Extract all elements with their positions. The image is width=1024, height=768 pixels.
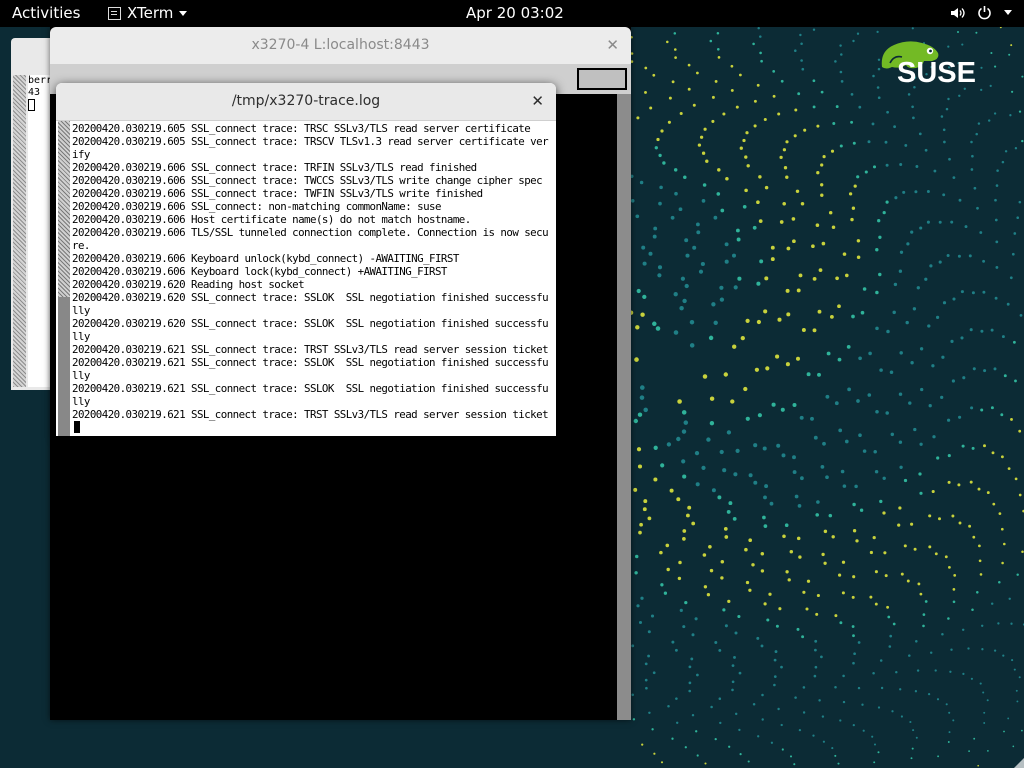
log-line: 20200420.030219.605 SSL_connect trace: T… — [72, 135, 549, 148]
chevron-down-icon — [1004, 10, 1012, 15]
clock[interactable]: Apr 20 03:02 — [466, 4, 564, 22]
trace-log-content: 20200420.030219.605 SSL_connect trace: T… — [72, 122, 556, 436]
keypad-button[interactable] — [577, 68, 627, 90]
terminal-icon — [108, 6, 121, 20]
log-line: 20200420.030219.621 SSL_connect trace: S… — [72, 356, 549, 369]
background-xterm-window[interactable]: berr 43 — [11, 38, 55, 390]
app-menu[interactable]: XTerm — [108, 4, 188, 22]
log-line: lly — [72, 369, 90, 382]
log-line: 20200420.030219.620 SSL_connect trace: S… — [72, 317, 549, 330]
log-line: lly — [72, 330, 90, 343]
log-line: 20200420.030219.621 SSL_connect trace: T… — [72, 408, 549, 421]
log-line: 20200420.030219.606 Keyboard lock(kybd_c… — [72, 265, 447, 278]
log-line: lly — [72, 304, 90, 317]
system-tray[interactable] — [950, 5, 1012, 20]
log-cursor-line — [72, 421, 556, 434]
activities-button[interactable]: Activities — [12, 4, 80, 22]
close-icon[interactable]: ✕ — [531, 92, 544, 110]
window-title: x3270-4 L:localhost:8443 — [251, 37, 430, 53]
log-line: re. — [72, 239, 90, 252]
trace-log-window[interactable]: /tmp/x3270-trace.log ✕ 20200420.030219.6… — [56, 83, 556, 436]
top-bar: Activities XTerm Apr 20 03:02 — [0, 0, 1024, 27]
log-line: 20200420.030219.605 SSL_connect trace: T… — [72, 122, 531, 135]
log-line: 20200420.030219.621 SSL_connect trace: T… — [72, 343, 549, 356]
chevron-down-icon — [179, 10, 188, 16]
volume-icon — [951, 7, 965, 18]
app-menu-label: XTerm — [127, 4, 174, 22]
log-line: 20200420.030219.621 SSL_connect trace: S… — [72, 382, 549, 395]
scrollbar[interactable] — [617, 94, 631, 720]
log-line: 20200420.030219.606 TLS/SSL tunneled con… — [72, 226, 549, 239]
close-icon[interactable]: ✕ — [606, 36, 619, 54]
log-line: 20200420.030219.606 SSL_connect trace: T… — [72, 174, 543, 187]
text-cursor — [74, 421, 80, 433]
scrollbar-thumb[interactable] — [58, 121, 70, 297]
log-line: 20200420.030219.606 Keyboard unlock(kybd… — [72, 252, 459, 265]
log-line: ify — [72, 148, 90, 161]
scrollbar[interactable] — [58, 121, 70, 436]
window-titlebar[interactable]: /tmp/x3270-trace.log ✕ — [56, 83, 556, 121]
suse-wordmark: SUSE — [897, 57, 976, 89]
window-title: /tmp/x3270-trace.log — [231, 93, 381, 109]
log-line: lly — [72, 395, 90, 408]
log-line: 20200420.030219.620 Reading host socket — [72, 278, 305, 291]
log-line: 20200420.030219.606 SSL_connect trace: T… — [72, 161, 477, 174]
log-line: 20200420.030219.606 SSL_connect trace: T… — [72, 187, 483, 200]
log-line: 20200420.030219.620 SSL_connect trace: S… — [72, 291, 549, 304]
suse-logo: SUSE — [878, 37, 988, 89]
corner-indicator — [1014, 758, 1024, 768]
log-line: 20200420.030219.606 SSL_connect: non-mat… — [72, 200, 441, 213]
window-titlebar[interactable]: x3270-4 L:localhost:8443 ✕ — [50, 27, 631, 65]
scrollbar[interactable] — [13, 75, 26, 387]
power-icon — [978, 6, 991, 20]
log-line: 20200420.030219.606 Host certificate nam… — [72, 213, 471, 226]
text-cursor — [28, 99, 35, 111]
